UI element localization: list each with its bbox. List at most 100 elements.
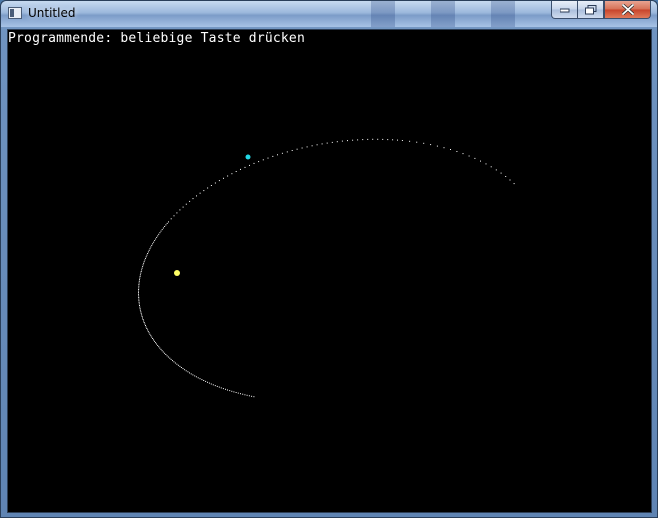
orbit-trail-dot — [159, 232, 161, 234]
orbit-trail-dot — [509, 179, 511, 181]
orbit-trail-dot — [153, 339, 154, 341]
orbit-trail-dot — [218, 386, 220, 388]
orbit-trail-dot — [139, 275, 141, 277]
orbit-trail-dot — [166, 222, 168, 224]
maximize-icon — [584, 4, 596, 14]
orbit-trail-dot — [140, 312, 142, 314]
orbit-trail-dot — [184, 369, 186, 371]
orbit-trail-dot — [195, 376, 197, 378]
orbit-trail-dot — [160, 348, 162, 350]
orbit-trail-dot — [216, 385, 218, 387]
maximize-button[interactable] — [578, 1, 604, 19]
orbit-trail-dot — [249, 164, 250, 166]
orbit-trail-dot — [156, 343, 157, 345]
orbit-trail-dot — [139, 279, 140, 281]
orbit-trail-dot — [189, 372, 190, 374]
orbit-trail-dot — [207, 381, 208, 383]
orbit-trail-dot — [164, 352, 166, 354]
orbit-trail-dot — [154, 340, 155, 342]
orbit-trail-dot — [165, 224, 167, 226]
orbit-trail-dot — [152, 243, 154, 245]
orbit-trail-dot — [347, 140, 348, 142]
sun-dot — [174, 270, 180, 276]
orbit-trail-dot — [362, 139, 364, 141]
orbit-trail-dot — [139, 309, 141, 311]
orbit-trail-dot — [138, 300, 140, 302]
orbit-trail-dot — [152, 338, 154, 339]
orbit-trail-dot — [160, 230, 162, 232]
orbit-trail-dot — [367, 138, 369, 140]
title-bar[interactable]: Untitled — [1, 1, 657, 27]
orbit-trail-dot — [147, 329, 149, 331]
orbit-trail-dot — [218, 180, 220, 182]
minimize-button[interactable] — [551, 1, 578, 19]
orbit-trail-dot — [251, 395, 253, 397]
orbit-trail-dot — [326, 142, 328, 144]
orbit-trail-dot — [220, 387, 222, 389]
orbit-trail-dot — [148, 249, 150, 251]
orbit-trail-dot — [352, 139, 354, 141]
orbit-trail-dot — [161, 229, 163, 231]
orbit-trail-dot — [157, 235, 159, 237]
orbit-trail-dot — [456, 151, 458, 152]
console-output-area[interactable]: Programmende: beliebige Taste drücken — [7, 29, 652, 513]
close-button[interactable] — [604, 1, 651, 19]
orbit-trail-dot — [167, 356, 169, 358]
orbit-trail-dot — [192, 374, 194, 376]
orbit-trail-dot — [148, 332, 150, 334]
planet-dot — [245, 154, 251, 160]
orbit-trail-dot — [382, 138, 384, 140]
orbit-trail-dot — [158, 233, 160, 235]
orbit-trail-dot — [231, 390, 233, 392]
orbit-trail-dot — [286, 151, 288, 153]
orbit-trail-dot — [154, 240, 156, 242]
orbit-trail-dot — [253, 162, 255, 164]
orbit-trail-dot — [240, 168, 241, 170]
orbit-trail-dot — [306, 146, 308, 148]
orbit-trail-dot — [397, 139, 398, 141]
orbit-trail-dot — [281, 152, 283, 154]
orbit-trail-dot — [223, 177, 224, 179]
orbit-trail-dot — [138, 282, 140, 284]
orbit-trail-dot — [357, 139, 359, 141]
orbit-trail-dot — [140, 272, 142, 274]
orbit-trail-dot — [227, 389, 228, 391]
orbit-trail-dot — [210, 185, 212, 186]
orbit-trail-dot — [231, 173, 233, 175]
orbit-trail-dot — [180, 367, 182, 368]
orbit-trail-dot — [143, 322, 145, 323]
orbit-trail-dot — [341, 140, 343, 142]
orbit-trail-dot — [138, 293, 139, 295]
window-controls — [551, 1, 651, 21]
orbit-trail-dot — [146, 328, 148, 329]
orbit-trail-dot — [159, 347, 161, 349]
orbit-trail-dot — [141, 267, 143, 269]
orbit-trail-dot — [240, 393, 241, 395]
orbit-trail-dot — [155, 238, 157, 240]
orbit-trail-dot — [225, 388, 226, 390]
orbit-trail-dot — [138, 284, 140, 286]
orbit-trail-dot — [162, 351, 164, 353]
orbit-trail-dot — [214, 182, 216, 184]
orbit-trail-dot — [443, 147, 445, 149]
orbit-trail-dot — [301, 147, 303, 149]
orbit-trail-dot — [372, 138, 374, 140]
orbit-trail-dot — [179, 365, 181, 367]
orbit-trail — [138, 138, 515, 398]
orbit-trail-dot — [165, 354, 167, 355]
orbit-trail-dot — [173, 215, 175, 217]
orbit-trail-dot — [140, 271, 142, 272]
orbit-trail-dot — [149, 333, 151, 335]
orbit-trail-dot — [192, 198, 194, 200]
orbit-trail-dot — [199, 378, 201, 380]
orbit-trail-dot — [179, 209, 181, 211]
orbit-trail-dot — [214, 385, 216, 387]
orbit-trail-dot — [157, 344, 159, 346]
orbit-trail-dot — [147, 330, 149, 332]
orbit-trail-dot — [235, 171, 237, 172]
orbit-trail-dot — [139, 277, 141, 279]
orbit-trail-dot — [296, 148, 298, 150]
orbit-trail-dot — [161, 350, 163, 352]
orbit-trail-dot — [244, 394, 246, 396]
console-window-icon[interactable] — [8, 7, 22, 19]
